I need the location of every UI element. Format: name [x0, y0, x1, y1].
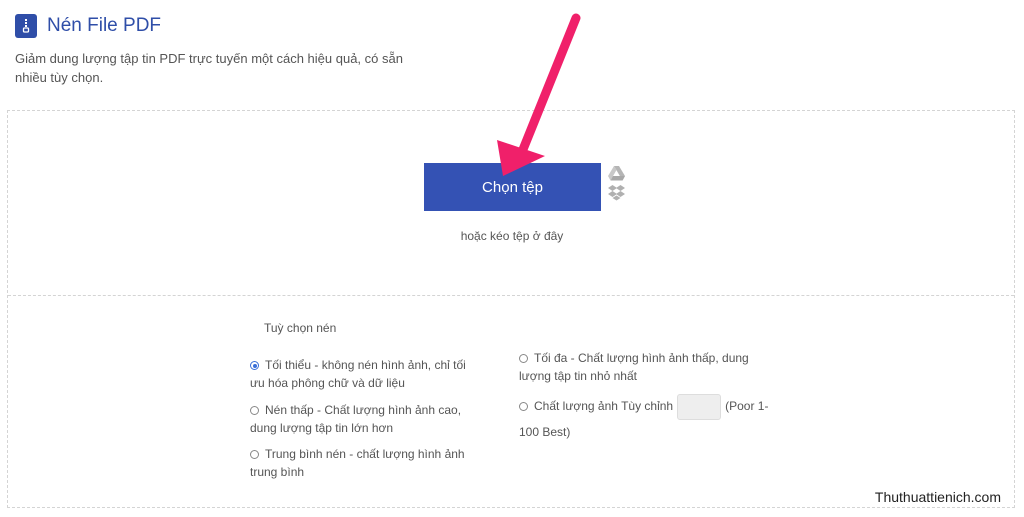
- page-subtitle: Giảm dung lượng tập tin PDF trực tuyến m…: [15, 51, 403, 85]
- cloud-source-icons: [608, 166, 626, 205]
- dropbox-icon[interactable]: [608, 185, 625, 201]
- option-medium[interactable]: Trung bình nén - chất lượng hình ảnh tru…: [250, 445, 475, 481]
- zip-file-icon: [15, 14, 37, 38]
- choose-file-button[interactable]: Chọn tệp: [424, 163, 601, 211]
- radio-minimum[interactable]: [250, 361, 259, 370]
- option-custom[interactable]: Chất lượng ảnh Tùy chỉnh (Poor 1-100 Best…: [519, 394, 779, 444]
- page-header: Nén File PDF: [15, 14, 161, 38]
- radio-medium[interactable]: [250, 450, 259, 459]
- radio-maximum[interactable]: [519, 354, 528, 363]
- panel-divider: [8, 295, 1014, 296]
- site-watermark: Thuthuattienich.com: [874, 489, 1001, 505]
- option-maximum[interactable]: Tối đa - Chất lượng hình ảnh thấp, dung …: [519, 349, 759, 385]
- option-low[interactable]: Nén thấp - Chất lượng hình ảnh cao, dung…: [250, 401, 475, 437]
- google-drive-icon[interactable]: [608, 166, 625, 181]
- drop-zone-hint: hoặc kéo tệp ở đây: [460, 229, 564, 243]
- radio-low[interactable]: [250, 406, 259, 415]
- custom-quality-input[interactable]: [677, 394, 722, 420]
- compression-options-label: Tuỳ chọn nén: [264, 321, 337, 335]
- page-title: Nén File PDF: [47, 15, 162, 36]
- option-minimum[interactable]: Tối thiểu - không nén hình ảnh, chỉ tối …: [250, 356, 475, 392]
- upload-panel[interactable]: Chọn tệp hoặc kéo tệp ở đây Tuỳ chọn nén…: [7, 110, 1015, 508]
- radio-custom[interactable]: [519, 402, 528, 412]
